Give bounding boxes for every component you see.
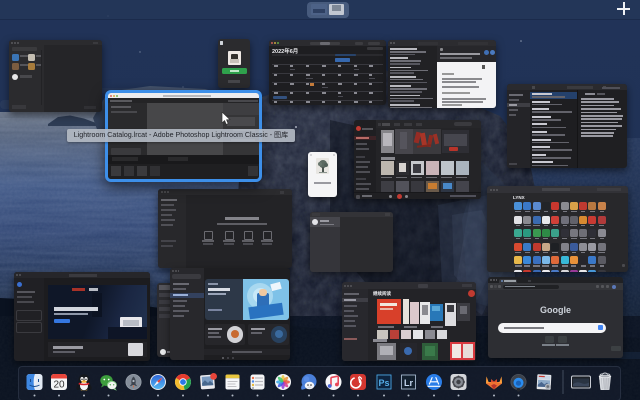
svg-text:20: 20 [53,380,65,391]
svg-text:Ps: Ps [378,378,389,388]
svg-text:Lr: Lr [404,378,413,388]
